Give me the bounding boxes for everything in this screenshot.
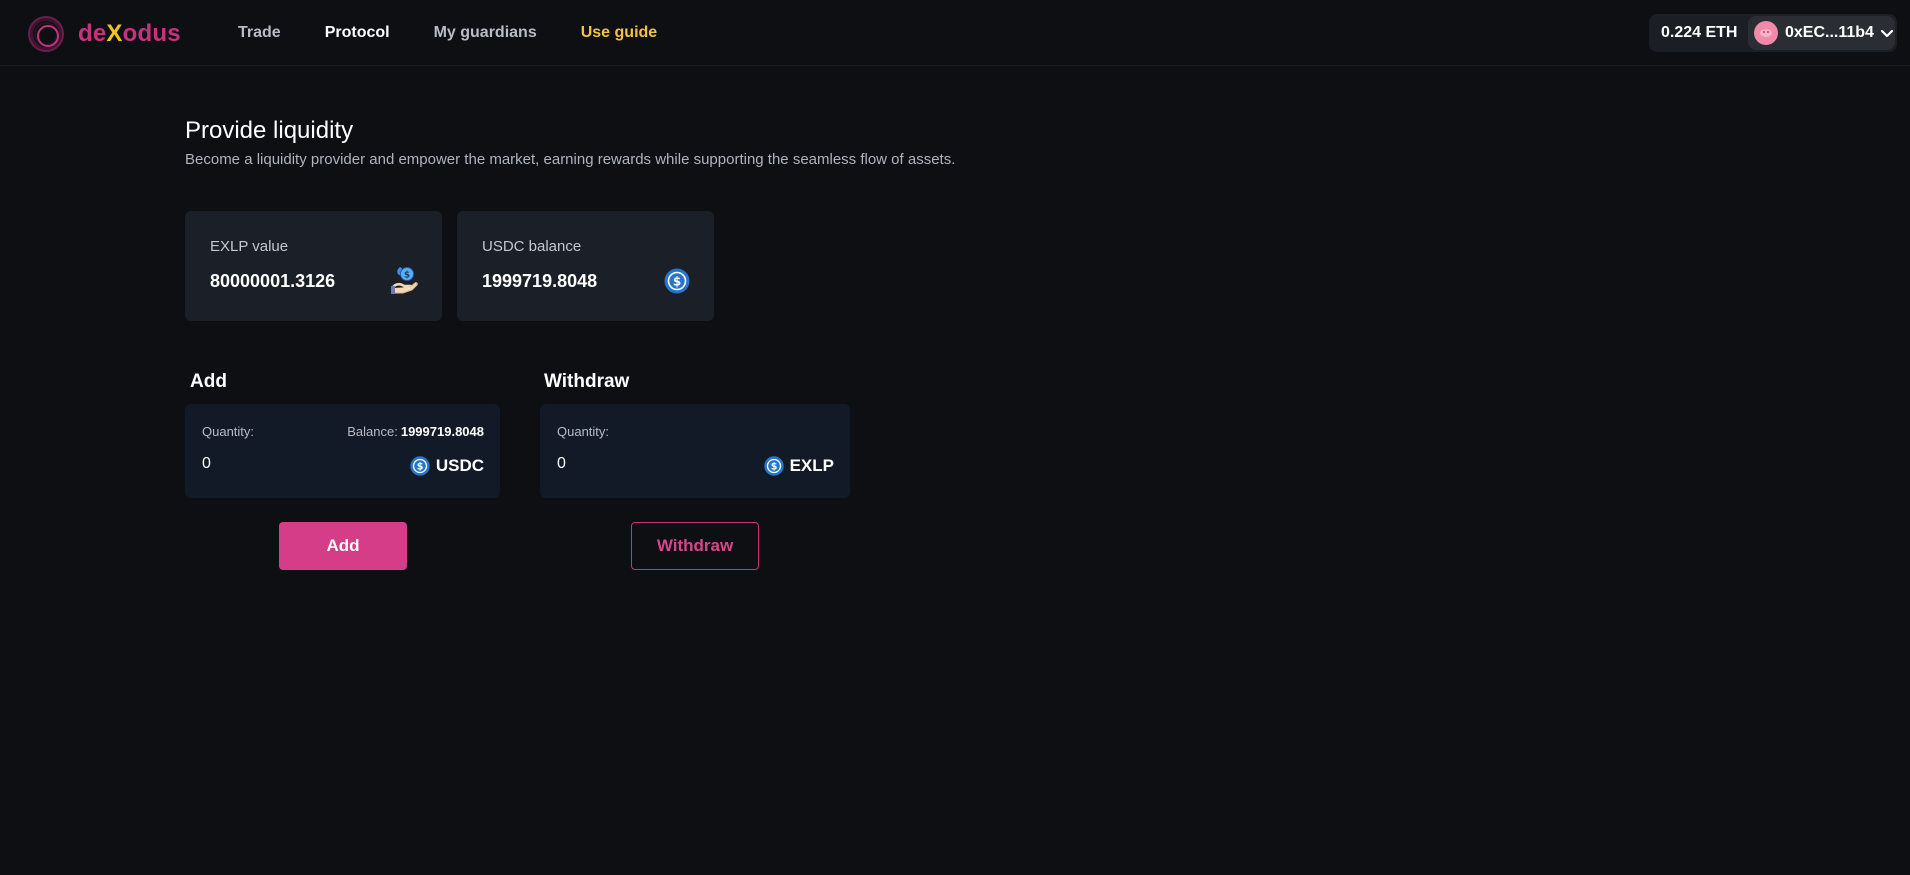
- add-balance: Balance: 1999719.8048: [347, 424, 484, 439]
- nav-my-guardians[interactable]: My guardians: [434, 24, 537, 42]
- withdraw-quantity-label: Quantity:: [557, 424, 610, 439]
- eth-balance: 0.224 ETH: [1661, 24, 1738, 41]
- usdc-balance-label: USDC balance: [482, 238, 582, 255]
- dexodus-logo[interactable]: deXodus: [28, 16, 181, 52]
- usdc-icon: $: [410, 456, 430, 476]
- top-nav-bar: deXodus Trade Protocol My guardians Use …: [0, 0, 1910, 66]
- withdraw-quantity-box: Quantity: $ EXLP: [540, 404, 850, 498]
- withdraw-section-title: Withdraw: [544, 371, 630, 392]
- account-widget: 0.224 ETH 0xEC...11b4: [1649, 14, 1897, 52]
- nav-use-guide[interactable]: Use guide: [581, 24, 657, 42]
- exlp-token-icon: $: [763, 456, 784, 476]
- withdraw-button[interactable]: Withdraw: [631, 522, 759, 570]
- logo-text-x: X: [106, 20, 123, 47]
- add-quantity-box: Quantity: Balance:1999719.8048 $ USDC: [185, 404, 500, 498]
- withdraw-token: $ EXLP: [763, 456, 834, 476]
- add-token-name: USDC: [435, 456, 484, 475]
- logo-text: deXodus: [78, 20, 181, 48]
- add-balance-value: 1999719.8048: [400, 424, 484, 439]
- add-button[interactable]: Add: [279, 522, 407, 570]
- avatar: [1754, 21, 1778, 45]
- page-subtitle: Become a liquidity provider and empower …: [185, 151, 956, 168]
- withdraw-quantity-input[interactable]: [557, 455, 707, 473]
- add-token: $ USDC: [410, 456, 484, 476]
- usdc-icon: $: [664, 268, 690, 299]
- exlp-value-label: EXLP value: [210, 238, 289, 255]
- svg-text:$: $: [417, 462, 424, 473]
- add-quantity-input[interactable]: [202, 455, 352, 473]
- main-nav: Trade Protocol My guardians Use guide: [238, 22, 701, 44]
- svg-text:$: $: [404, 271, 410, 281]
- chevron-down-icon: [1880, 26, 1894, 40]
- nav-protocol[interactable]: Protocol: [325, 24, 390, 42]
- add-section-title: Add: [190, 371, 227, 392]
- withdraw-token-name: EXLP: [789, 456, 834, 475]
- usdc-balance-card: USDC balance 1999719.8048 $: [457, 211, 714, 321]
- logo-text-de: de: [78, 20, 107, 47]
- add-quantity-label: Quantity:: [202, 424, 255, 439]
- svg-text:$: $: [770, 462, 777, 473]
- exlp-value: 80000001.3126: [210, 271, 336, 291]
- wallet-address: 0xEC...11b4: [1785, 24, 1874, 41]
- nav-trade[interactable]: Trade: [238, 24, 281, 42]
- usdc-balance-value: 1999719.8048: [482, 271, 598, 291]
- add-balance-label: Balance:: [347, 424, 398, 439]
- wallet-button[interactable]: 0xEC...11b4: [1748, 16, 1895, 50]
- logo-text-odus: odus: [122, 20, 181, 47]
- svg-text:$: $: [673, 275, 681, 289]
- hand-coin-icon: $: [391, 265, 419, 300]
- exlp-value-card: EXLP value 80000001.3126 $: [185, 211, 442, 321]
- logo-mark-icon: [28, 16, 64, 52]
- page-title: Provide liquidity: [185, 117, 354, 144]
